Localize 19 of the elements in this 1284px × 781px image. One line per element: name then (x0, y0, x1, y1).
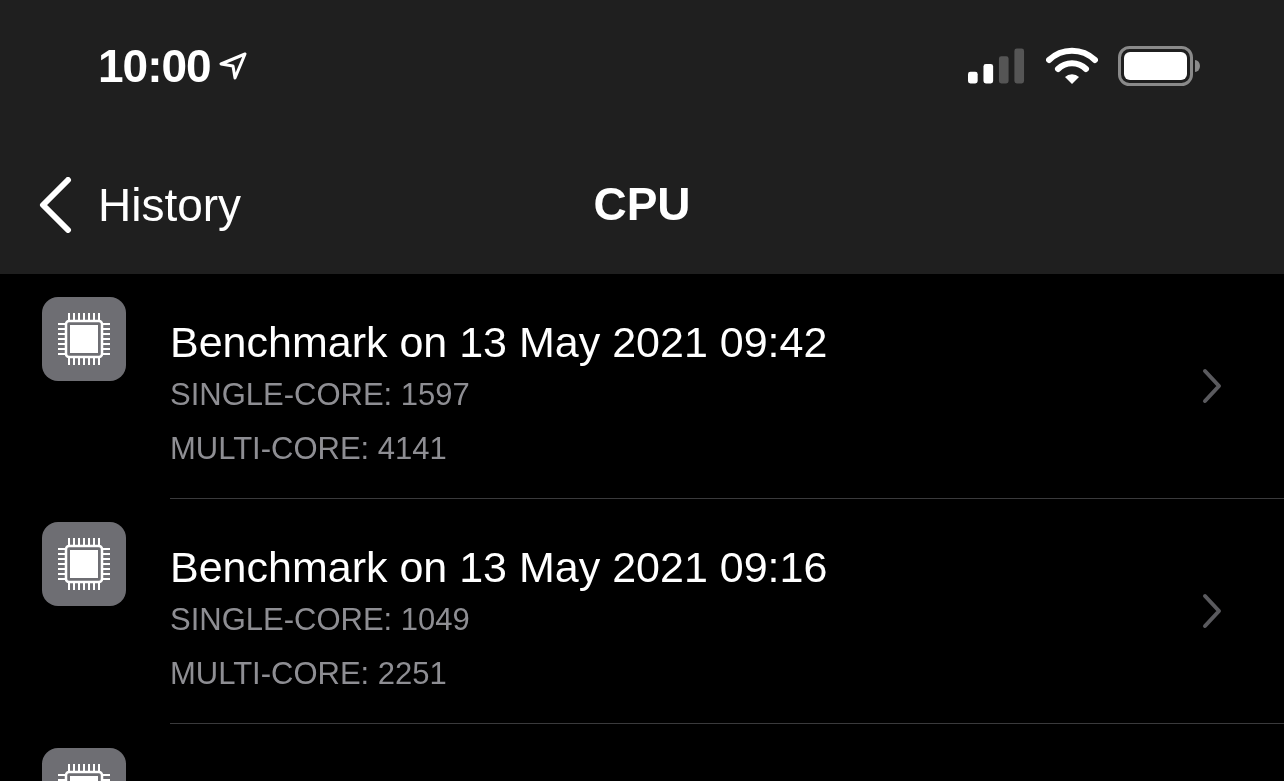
benchmark-title: Benchmark on 13 May 2021 09:16 (170, 542, 829, 593)
benchmark-title: Benchmark on 13 May 2021 09:42 (170, 317, 829, 368)
screen-title: CPU (592, 177, 692, 232)
single-core-score: SINGLE-CORE: 1049 (170, 601, 471, 639)
cpu-chip-icon (42, 522, 126, 606)
benchmark-row[interactable]: Benchmark on 13 May 2021 09:16 SINGLE-CORE: 1049 MULTI-CORE: 2251 (0, 499, 1284, 724)
chevron-left-icon (38, 177, 72, 233)
back-button[interactable]: History (38, 177, 242, 233)
wifi-icon (1046, 47, 1098, 85)
benchmark-row[interactable]: Benchmark on 13 May 2021 09:42 SINGLE-CORE: 1597 MULTI-CORE: 4141 (0, 274, 1284, 499)
signal-icon (968, 48, 1026, 84)
chevron-right-icon (1202, 593, 1222, 629)
multi-core-score: MULTI-CORE: 4141 (170, 430, 448, 468)
status-time: 10:00 (98, 39, 211, 93)
cpu-chip-icon (42, 297, 126, 381)
battery-icon (1118, 46, 1200, 86)
chevron-right-icon (1202, 368, 1222, 404)
multi-core-score: MULTI-CORE: 2251 (170, 655, 448, 693)
single-core-score: SINGLE-CORE: 1597 (170, 376, 471, 414)
